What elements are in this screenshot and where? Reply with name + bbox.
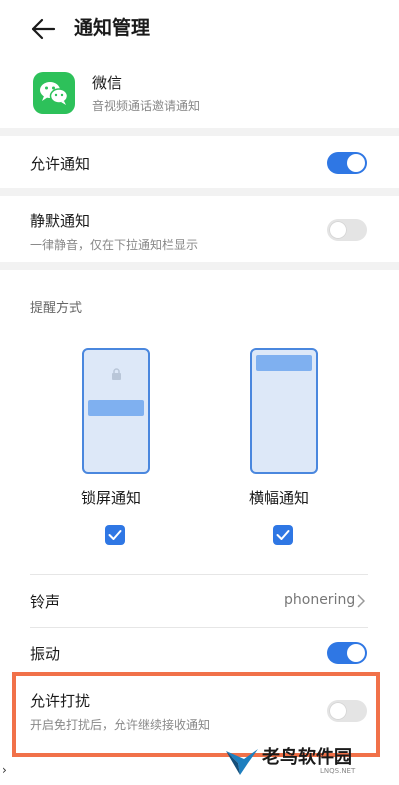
notification-bar — [88, 400, 144, 416]
lockscreen-label: 锁屏通知 — [81, 489, 142, 507]
bird-icon — [226, 749, 258, 775]
allow-notifications-toggle[interactable] — [327, 152, 367, 174]
notification-bar — [256, 355, 312, 371]
vibration-toggle[interactable] — [327, 642, 367, 664]
ringtone-value: phonering — [284, 592, 356, 608]
allow-notifications-label: 允许通知 — [30, 155, 91, 173]
app-info: 微信 音视频通话邀请通知 — [0, 60, 399, 130]
chevron-right-icon: › — [2, 763, 7, 777]
banner-label: 横幅通知 — [249, 489, 310, 507]
chevron-right-icon — [357, 594, 365, 608]
silent-notifications-toggle[interactable] — [327, 219, 367, 241]
lockscreen-checkbox[interactable] — [105, 525, 125, 545]
watermark-text: 老鸟软件园 — [262, 747, 352, 768]
header-bar: 通知管理 — [0, 0, 399, 58]
silent-notifications-label: 静默通知 — [30, 212, 91, 230]
app-description: 音视频通话邀请通知 — [92, 99, 201, 113]
page-title: 通知管理 — [74, 17, 151, 39]
reminder-section-label: 提醒方式 — [30, 301, 83, 316]
arrow-left-icon[interactable] — [30, 17, 56, 41]
banner-checkbox[interactable] — [273, 525, 293, 545]
watermark-subtext: LNQS.NET — [320, 767, 356, 775]
app-name: 微信 — [92, 74, 123, 92]
lockscreen-preview[interactable] — [82, 348, 150, 474]
divider — [30, 574, 368, 575]
divider — [30, 627, 368, 628]
banner-preview[interactable] — [250, 348, 318, 474]
vibration-label: 振动 — [30, 645, 61, 663]
lock-icon — [112, 368, 121, 380]
wechat-icon — [33, 72, 75, 114]
section-gap — [0, 128, 399, 136]
section-gap — [0, 262, 399, 270]
silent-notifications-description: 一律静音，仅在下拉通知栏显示 — [30, 238, 199, 252]
section-gap — [0, 188, 399, 196]
watermark-logo: 老鸟软件园 LNQS.NET — [224, 743, 384, 783]
ringtone-label: 铃声 — [30, 593, 61, 611]
